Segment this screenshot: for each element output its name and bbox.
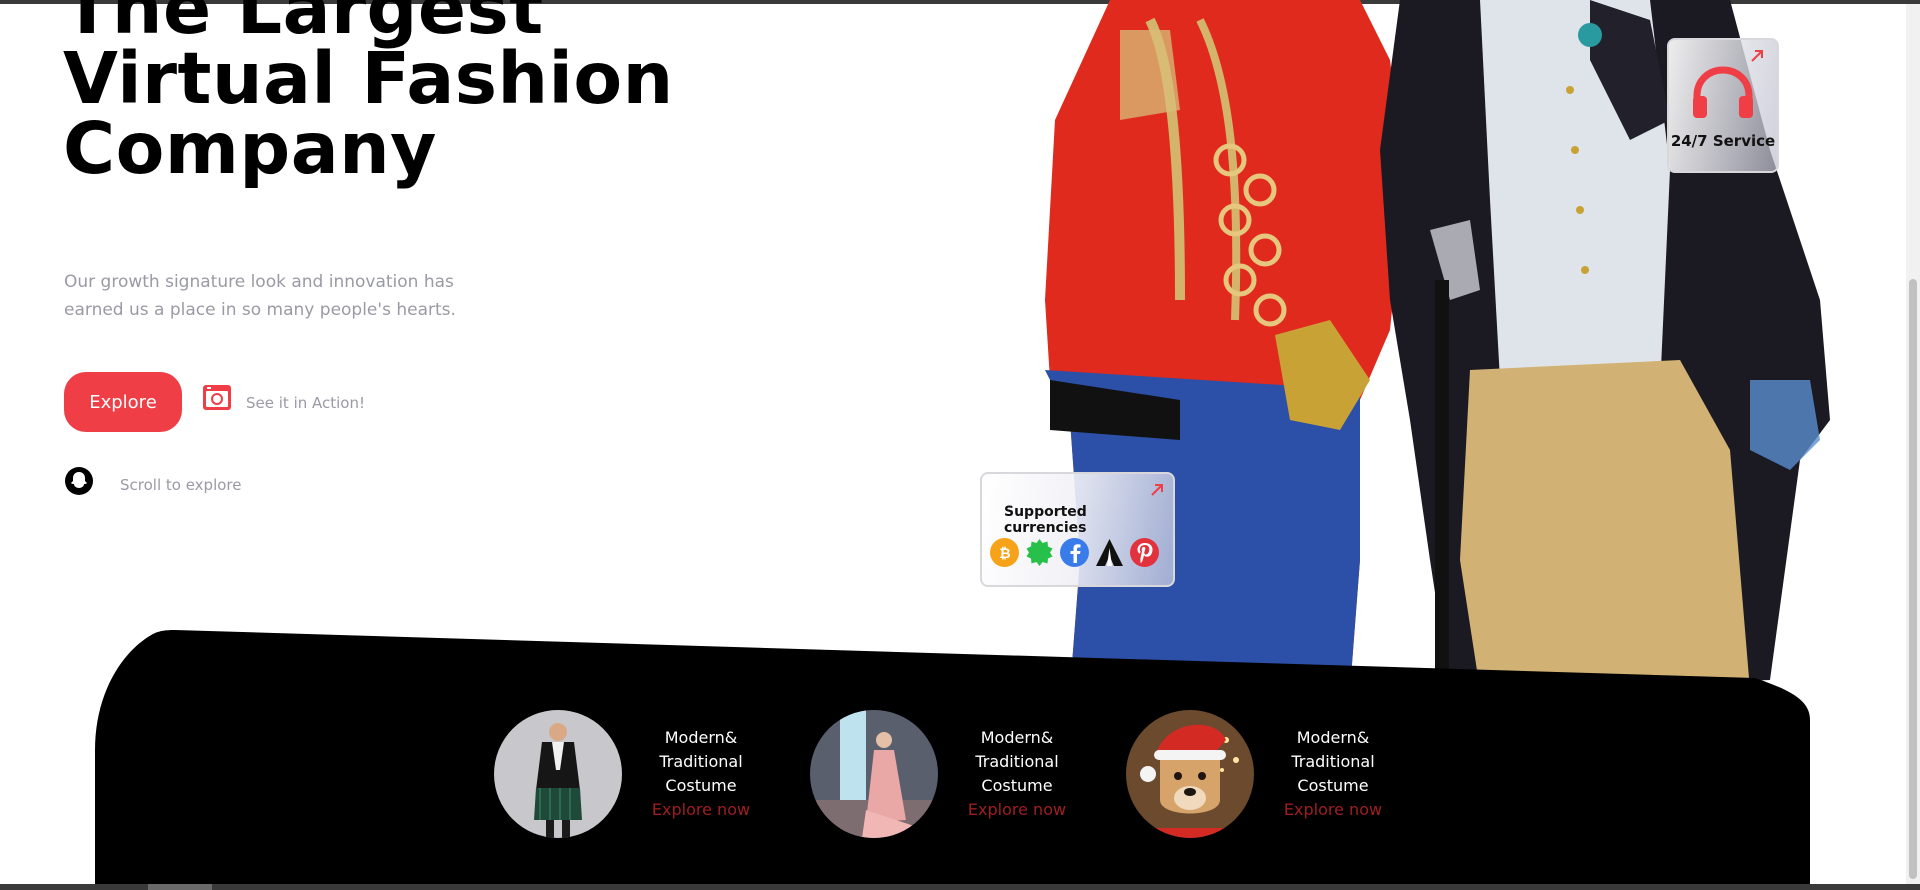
bottom-tab-indicator bbox=[148, 884, 212, 890]
product-title-line-2: Traditional Costume bbox=[1291, 752, 1375, 795]
product-info: Modern& Traditional Costume Explore now bbox=[938, 726, 1096, 822]
product-title-line-1: Modern& bbox=[980, 728, 1054, 747]
bitcoin-icon: ₿ bbox=[990, 538, 1019, 567]
product-card[interactable]: Modern& Traditional Costume Explore now bbox=[494, 710, 780, 838]
pinterest-icon bbox=[1130, 538, 1159, 567]
triangle-icon bbox=[1095, 538, 1124, 567]
product-card[interactable]: Modern& Traditional Costume Explore now bbox=[810, 710, 1096, 838]
product-image-dress bbox=[810, 710, 938, 838]
hero-description: Our growth signature look and innovation… bbox=[64, 272, 456, 320]
badge-icon bbox=[1025, 538, 1054, 567]
product-info: Modern& Traditional Costume Explore now bbox=[622, 726, 780, 822]
scroll-hint: Scroll to explore bbox=[120, 476, 242, 494]
ghost-icon bbox=[65, 467, 93, 495]
product-title-line-1: Modern& bbox=[664, 728, 738, 747]
currency-icons: ₿ bbox=[990, 538, 1159, 567]
product-title-line-1: Modern& bbox=[1296, 728, 1370, 747]
currency-card[interactable]: Supported currencies ₿ bbox=[980, 472, 1175, 587]
facebook-icon bbox=[1060, 538, 1089, 567]
arrow-up-right-icon bbox=[1151, 484, 1163, 496]
scroll-to-explore[interactable]: Scroll to explore bbox=[64, 466, 242, 496]
explore-button[interactable]: Explore bbox=[64, 372, 182, 432]
hero-title-line-2: Virtual Fashion bbox=[63, 37, 674, 120]
svg-text:₿: ₿ bbox=[999, 546, 1010, 562]
explore-now-link[interactable]: Explore now bbox=[938, 798, 1096, 822]
currency-label: Supported currencies bbox=[1004, 504, 1087, 536]
product-image-kilt bbox=[494, 710, 622, 838]
arrow-up-right-icon bbox=[1751, 50, 1763, 62]
service-card[interactable]: 24/7 Service bbox=[1667, 38, 1779, 173]
see-in-action-link[interactable]: See it in Action! bbox=[202, 382, 365, 412]
hero-title: The Largest Virtual Fashion Company bbox=[63, 0, 783, 184]
scrollbar-thumb[interactable] bbox=[1909, 279, 1917, 879]
explore-now-link[interactable]: Explore now bbox=[1254, 798, 1412, 822]
headphone-icon bbox=[1693, 66, 1753, 118]
product-info: Modern& Traditional Costume Explore now bbox=[1254, 726, 1412, 822]
browser-bottom-edge bbox=[0, 884, 1920, 890]
product-title-line-2: Traditional Costume bbox=[975, 752, 1059, 795]
explore-now-link[interactable]: Explore now bbox=[622, 798, 780, 822]
see-in-action-label: See it in Action! bbox=[246, 394, 365, 412]
vertical-scrollbar[interactable] bbox=[1906, 4, 1920, 884]
hero-title-line-3: Company bbox=[63, 107, 437, 190]
camera-icon bbox=[203, 385, 231, 410]
product-card[interactable]: Modern& Traditional Costume Explore now bbox=[1126, 710, 1412, 838]
product-image-santa-dog bbox=[1126, 710, 1254, 838]
product-title-line-2: Traditional Costume bbox=[659, 752, 743, 795]
product-list: Modern& Traditional Costume Explore now … bbox=[494, 710, 1412, 838]
service-label: 24/7 Service bbox=[1670, 132, 1776, 150]
